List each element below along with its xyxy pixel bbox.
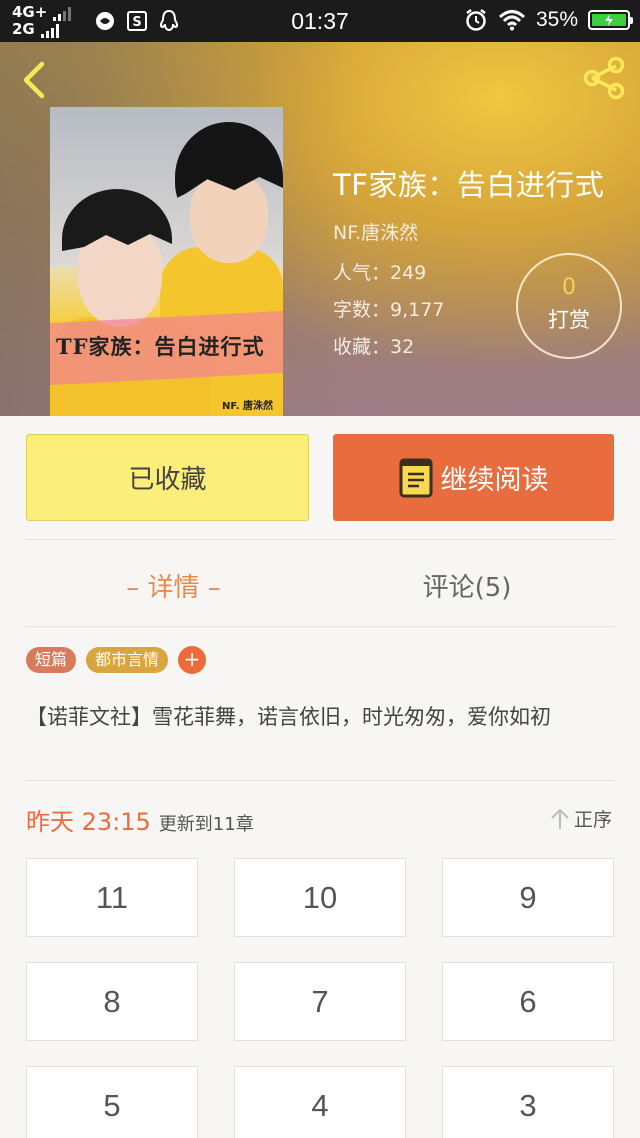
book-cover: TF家族：告白进行式 NF. 唐洙然	[50, 107, 283, 416]
share-button[interactable]	[580, 54, 628, 102]
update-info: 昨天 23:15 更新到11章	[26, 802, 254, 837]
chapter-button[interactable]: 8	[26, 962, 198, 1041]
tip-button[interactable]: 0 打赏	[516, 253, 622, 359]
chapter-button[interactable]: 3	[442, 1066, 614, 1138]
add-tag-button[interactable]: +	[178, 646, 207, 674]
chapter-button[interactable]: 9	[442, 858, 614, 937]
divider	[26, 780, 614, 781]
back-arrow-icon	[23, 61, 45, 99]
tag-list: 短篇 都市言情 +	[26, 646, 207, 674]
book-description: 【诺菲文社】雪花菲舞，诺言依旧，时光匆匆，爱你如初	[26, 705, 551, 729]
battery-icon	[588, 10, 633, 30]
chapter-button[interactable]: 11	[26, 858, 198, 937]
battery-percent: 35%	[535, 8, 578, 31]
status-bar: 4G+ 2G S 01:37 35%	[0, 0, 640, 42]
tag-genre[interactable]: 都市言情	[86, 647, 169, 673]
book-header: TF家族：告白进行式 NF. 唐洙然 TF家族：告白进行式 NF.唐洙然 人气：…	[0, 42, 640, 416]
chapter-button[interactable]: 5	[26, 1066, 198, 1138]
chapter-button[interactable]: 7	[234, 962, 406, 1041]
back-button[interactable]	[16, 60, 56, 100]
divider	[26, 539, 614, 540]
continue-reading-label: 继续阅读	[440, 465, 549, 496]
book-author[interactable]: NF.唐洙然	[333, 218, 604, 245]
tab-bar: – 详情 – 评论(5)	[0, 545, 640, 625]
collected-label: 已收藏	[128, 465, 207, 495]
cover-title: TF家族：告白进行式	[56, 334, 265, 359]
book-icon	[399, 458, 432, 497]
sort-button[interactable]: 正序	[550, 805, 612, 832]
sort-up-arrow-icon	[551, 808, 569, 829]
tag-short[interactable]: 短篇	[26, 647, 77, 673]
wifi-icon	[498, 10, 525, 31]
chapter-button[interactable]: 6	[442, 962, 614, 1041]
share-icon	[583, 56, 625, 100]
tip-label: 打赏	[548, 308, 590, 332]
update-text: 更新到11章	[158, 814, 254, 835]
chapter-button[interactable]: 4	[234, 1066, 406, 1138]
tab-comments[interactable]: 评论(5)	[347, 545, 587, 625]
update-date: 昨天 23:15	[26, 808, 151, 836]
tip-count: 0	[562, 275, 576, 300]
divider	[26, 626, 614, 627]
book-title: TF家族：告白进行式	[333, 168, 605, 202]
continue-reading-button[interactable]: 继续阅读	[333, 434, 614, 521]
cover-author: NF. 唐洙然	[221, 401, 273, 412]
chapter-button[interactable]: 10	[234, 858, 406, 937]
collected-button[interactable]: 已收藏	[26, 434, 309, 521]
tab-detail[interactable]: – 详情 –	[0, 545, 347, 625]
alarm-icon	[466, 9, 486, 31]
sort-label: 正序	[573, 809, 612, 831]
